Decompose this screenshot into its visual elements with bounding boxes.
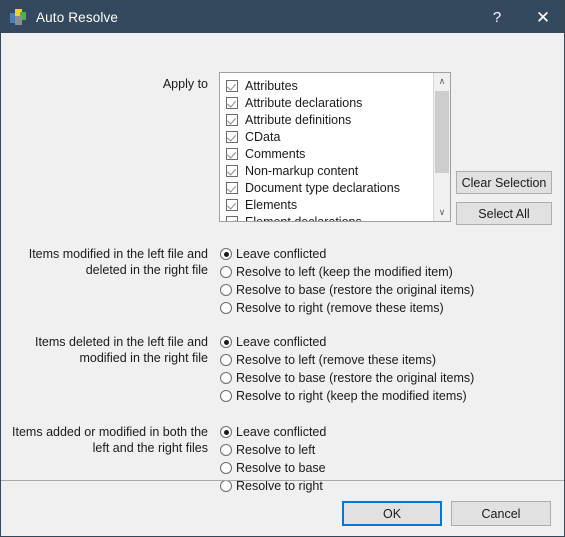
close-icon[interactable]: ✕ <box>520 1 564 33</box>
list-item-label: Element declarations <box>245 214 362 222</box>
list-item[interactable]: Non-markup content <box>220 162 433 179</box>
list-item[interactable]: Document type declarations <box>220 179 433 196</box>
checkbox-icon[interactable] <box>226 198 238 211</box>
radio-label: Leave conflicted <box>236 425 327 439</box>
group-3-radios: Leave conflicted Resolve to left Resolve… <box>220 423 326 495</box>
radio-icon[interactable] <box>220 354 232 366</box>
radio-label: Resolve to right (remove these items) <box>236 301 444 315</box>
radio-option[interactable]: Resolve to base <box>220 459 326 477</box>
apply-to-list: Attributes Attribute declarations Attrib… <box>220 73 433 222</box>
radio-label: Resolve to right (keep the modified item… <box>236 389 467 403</box>
checkbox-icon[interactable] <box>226 164 238 177</box>
scroll-down-icon[interactable]: ∨ <box>434 204 450 221</box>
list-item-label: Non-markup content <box>245 163 359 178</box>
app-tiles-icon <box>10 9 26 25</box>
listbox-scrollbar[interactable]: ∧ ∨ <box>433 73 450 221</box>
radio-option[interactable]: Leave conflicted <box>220 333 474 351</box>
checkbox-icon[interactable] <box>226 215 238 221</box>
radio-icon[interactable] <box>220 444 232 456</box>
list-item-label: Comments <box>245 146 306 161</box>
radio-option[interactable]: Resolve to right (remove these items) <box>220 299 474 317</box>
list-item[interactable]: CData <box>220 128 433 145</box>
checkbox-icon[interactable] <box>226 147 238 160</box>
radio-icon[interactable] <box>220 426 232 438</box>
radio-option[interactable]: Resolve to left (keep the modified item) <box>220 263 474 281</box>
radio-icon[interactable] <box>220 462 232 474</box>
help-icon[interactable]: ? <box>474 1 520 33</box>
list-item-label: Elements <box>245 197 298 212</box>
group-2-radios: Leave conflicted Resolve to left (remove… <box>220 333 474 405</box>
list-item[interactable]: Comments <box>220 145 433 162</box>
scrollbar-thumb[interactable] <box>435 91 449 173</box>
apply-to-label: Apply to <box>162 77 208 91</box>
radio-label: Resolve to right <box>236 479 323 493</box>
radio-label: Resolve to base (restore the original it… <box>236 283 475 297</box>
list-item-label: CData <box>245 129 281 144</box>
list-item-label: Document type declarations <box>245 180 400 195</box>
cancel-button[interactable]: Cancel <box>451 501 551 526</box>
group-1-radios: Leave conflicted Resolve to left (keep t… <box>220 245 474 317</box>
window-controls: ? ✕ <box>474 1 564 33</box>
radio-icon[interactable] <box>220 390 232 402</box>
list-item-label: Attributes <box>245 78 298 93</box>
footer-divider <box>1 480 564 481</box>
radio-option[interactable]: Resolve to base (restore the original it… <box>220 369 474 387</box>
radio-label: Leave conflicted <box>236 247 327 261</box>
radio-option[interactable]: Leave conflicted <box>220 423 326 441</box>
radio-label: Resolve to left (remove these items) <box>236 353 437 367</box>
radio-label: Leave conflicted <box>236 335 327 349</box>
radio-option[interactable]: Resolve to base (restore the original it… <box>220 281 474 299</box>
scroll-up-icon[interactable]: ∧ <box>434 73 450 90</box>
checkbox-icon[interactable] <box>226 113 238 126</box>
checkbox-icon[interactable] <box>226 79 238 92</box>
radio-label: Resolve to left (keep the modified item) <box>236 265 453 279</box>
radio-option[interactable]: Resolve to right (keep the modified item… <box>220 387 474 405</box>
radio-label: Resolve to base <box>236 461 326 475</box>
radio-option[interactable]: Leave conflicted <box>220 245 474 263</box>
list-item[interactable]: Attribute definitions <box>220 111 433 128</box>
checkbox-icon[interactable] <box>226 96 238 109</box>
radio-label: Resolve to base (restore the original it… <box>236 371 475 385</box>
select-all-button[interactable]: Select All <box>456 202 552 225</box>
radio-icon[interactable] <box>220 302 232 314</box>
radio-option[interactable]: Resolve to left (remove these items) <box>220 351 474 369</box>
group-1-label: Items modified in the left file and dele… <box>28 247 208 277</box>
list-item[interactable]: Attributes <box>220 77 433 94</box>
radio-icon[interactable] <box>220 284 232 296</box>
checkbox-icon[interactable] <box>226 130 238 143</box>
apply-to-listbox[interactable]: Attributes Attribute declarations Attrib… <box>219 72 451 222</box>
list-item[interactable]: Element declarations <box>220 213 433 222</box>
dialog-body: Apply to Attributes Attribute declaratio… <box>1 33 564 536</box>
radio-option[interactable]: Resolve to left <box>220 441 326 459</box>
list-item-label: Attribute declarations <box>245 95 363 110</box>
radio-icon[interactable] <box>220 266 232 278</box>
auto-resolve-dialog: Auto Resolve ? ✕ Apply to Attributes Att… <box>0 0 565 537</box>
group-2-label: Items deleted in the left file and modif… <box>34 335 208 365</box>
radio-label: Resolve to left <box>236 443 316 457</box>
radio-icon[interactable] <box>220 248 232 260</box>
radio-icon[interactable] <box>220 372 232 384</box>
ok-button[interactable]: OK <box>342 501 442 526</box>
radio-icon[interactable] <box>220 480 232 492</box>
clear-selection-button[interactable]: Clear Selection <box>456 171 552 194</box>
checkbox-icon[interactable] <box>226 181 238 194</box>
radio-icon[interactable] <box>220 336 232 348</box>
list-item[interactable]: Elements <box>220 196 433 213</box>
group-3-label: Items added or modified in both the left… <box>12 425 208 455</box>
title-bar: Auto Resolve ? ✕ <box>1 1 564 33</box>
list-item[interactable]: Attribute declarations <box>220 94 433 111</box>
list-item-label: Attribute definitions <box>245 112 352 127</box>
window-title: Auto Resolve <box>36 9 119 25</box>
